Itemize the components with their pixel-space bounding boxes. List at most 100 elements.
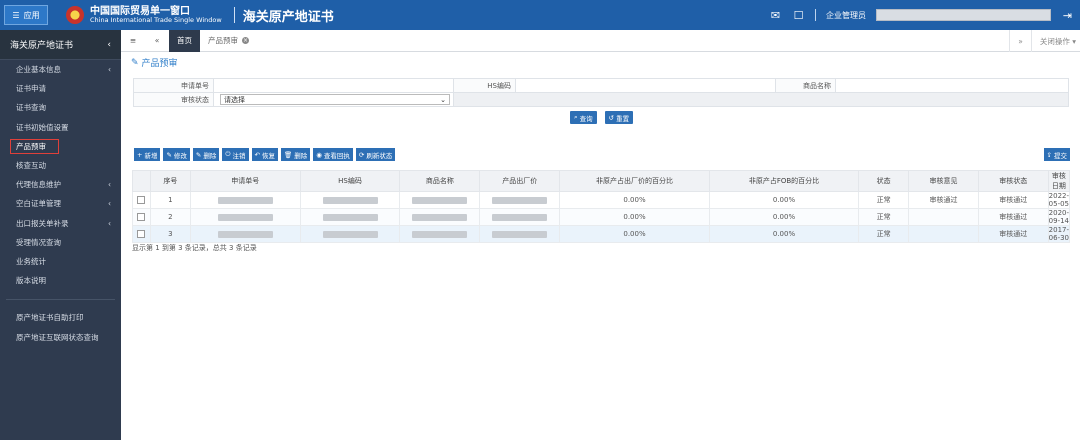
search-button[interactable]: ⌕ 查询 [570,111,597,124]
user-name-redacted [876,9,1051,21]
column-header[interactable]: 状态 [858,170,910,192]
tab-home-label: 首页 [177,36,192,45]
system-title: 海关原产地证书 [242,9,334,25]
sidebar-item-label: 证书申请 [16,84,46,94]
view-receipt-button[interactable]: ◉ 查看回执 [313,148,353,161]
sidebar-extra-item[interactable]: 原产地证互联网状态查询 [0,327,121,346]
column-header[interactable]: 审核意见 [908,170,979,192]
column-header[interactable]: 审核日期 [1047,170,1071,192]
column-header[interactable]: 产品出厂价 [479,170,561,192]
status-select-value: 请选择 [224,95,245,104]
sidebar-item[interactable]: 出口报关单补录 ‹ [0,214,121,233]
tab-product-review[interactable]: 产品预审 × [200,30,257,52]
goods-name-label: 商品名称 [775,78,836,93]
refresh-button[interactable]: ⟳ 刷新状态 [355,148,396,161]
table-row[interactable]: 1 0.00% 0.00% 正常 审核通过 审核通过 2022-05-05 [132,191,1071,209]
sidebar-item[interactable]: 产品预审 [8,137,61,156]
edit-button[interactable]: ✎ 修改 [163,148,190,161]
table-row[interactable]: 2 0.00% 0.00% 正常 审核通过 2020-09-14 [132,208,1071,226]
delete-icon: ✎ [195,150,202,159]
cancel-icon: ⏻ [225,150,231,158]
redacted-value [412,230,468,238]
sidebar-item[interactable]: 企业基本信息 ‹ [0,60,121,79]
row-no: 2 [149,208,191,226]
apply-no-label: 申请单号 [133,78,214,93]
column-header[interactable]: 非原产占出厂价的百分比 [559,170,710,192]
apply-no-input[interactable] [213,78,454,93]
tab-scroll-left-icon[interactable]: « [145,36,169,45]
row-checkbox-cell [132,208,151,226]
delete-button[interactable]: ✎ 删除 [192,148,220,161]
mail-icon[interactable]: ✉ [769,9,782,22]
sidebar-item-label: 空白证单管理 [16,199,61,209]
row-checkbox[interactable] [137,230,146,238]
user-role: 企业管理员 [826,10,866,20]
sidebar-item[interactable]: 版本说明 [0,271,121,290]
goods-name-input[interactable] [835,78,1069,93]
chevron-left-icon: ‹ [108,218,111,228]
column-header[interactable]: 商品名称 [399,170,481,192]
row-checkbox[interactable] [137,196,146,204]
app-menu-button[interactable]: ☰ 应用 [4,5,48,25]
tab-home[interactable]: 首页 [169,29,200,52]
sidebar-extra-item[interactable]: 原产地证书自助打印 [0,308,121,327]
pct-exw: 0.00% [559,191,710,209]
column-header[interactable]: 序号 [149,170,191,192]
hamburger-icon[interactable]: ≡ [121,36,145,45]
reset-button[interactable]: ↺ 重置 [604,111,634,124]
close-ops-label: 关闭操作 [1039,36,1070,46]
cancel-button[interactable]: ⏻ 注销 [222,148,249,161]
logout-icon[interactable]: ⇥ [1061,9,1074,22]
sidebar-header[interactable]: 海关原产地证书 ‹ [0,30,121,60]
restore-icon: ↶ [254,150,260,159]
add-button[interactable]: + 新增 [134,148,161,161]
column-header[interactable]: 申请单号 [189,170,301,192]
edit-button-label: 修改 [173,151,187,160]
top-header: ☰ 应用 中国国际贸易单一窗口 China International Trad… [0,0,1080,30]
brand-name-en: China International Trade Single Window [90,16,222,25]
pct-exw: 0.00% [559,225,710,243]
table-row[interactable]: 3 0.00% 0.00% 正常 审核通过 2017-06-30 [132,225,1071,243]
pct-fob: 0.00% [708,191,860,209]
status-select[interactable]: 请选择 ⌄ [220,94,450,105]
pagination-info: 显示第 1 到第 3 条记录，总共 3 条记录 [132,244,257,252]
row-status: 正常 [858,191,910,209]
tab-scroll-right-icon[interactable]: » [1018,37,1023,46]
tab-close-icon[interactable]: × [242,37,249,44]
watermark: 搜狐号@卓诚通关务咨询 [823,404,1044,426]
column-header[interactable]: 审核状态 [977,170,1049,192]
goods-name-redacted [399,225,481,243]
apply-no-redacted [189,225,301,243]
sidebar-item[interactable]: 证书查询 [0,98,121,117]
sidebar-item[interactable]: 受理情况查询 [0,233,121,252]
sidebar-item[interactable]: 业务统计 [0,252,121,271]
tabbar-divider [1030,30,1032,52]
column-header[interactable]: 非原产占FOB的百分比 [708,170,860,192]
sidebar-item[interactable]: 证书初始值设置 [0,118,121,137]
close-ops-button[interactable]: 关闭操作 ▾ [1040,36,1076,47]
sidebar-item-label: 原产地证书自助打印 [16,313,84,323]
remove-button-label: 删除 [294,151,308,160]
row-status: 正常 [858,225,910,243]
sidebar-item[interactable]: 证书申请 [0,79,121,98]
apply-no-redacted [189,208,301,226]
factory-price-redacted [479,208,561,226]
submit-button[interactable]: ⇪ 提交 [1043,148,1070,161]
message-icon[interactable]: ☐ [792,9,805,22]
sidebar-item[interactable]: 空白证单管理 ‹ [0,194,121,213]
header-vbar [815,9,816,21]
redacted-value [217,213,273,221]
sidebar-item-label: 版本说明 [16,276,46,286]
hs-code-input[interactable] [515,78,776,93]
column-header[interactable]: HS编码 [299,170,401,192]
reset-button-label: 重置 [616,114,630,123]
sidebar-item[interactable]: 代理信息维护 ‹ [0,175,121,194]
audit-status: 审核通过 [977,225,1049,243]
sidebar-item-label: 证书初始值设置 [16,122,69,132]
row-checkbox[interactable] [137,213,146,221]
sidebar-item[interactable]: 核查互动 [0,156,121,175]
remove-button[interactable]: 🗑 删除 [280,148,311,161]
redacted-value [492,196,548,204]
app-menu-label: 应用 [23,10,40,20]
restore-button[interactable]: ↶ 恢复 [251,148,278,161]
